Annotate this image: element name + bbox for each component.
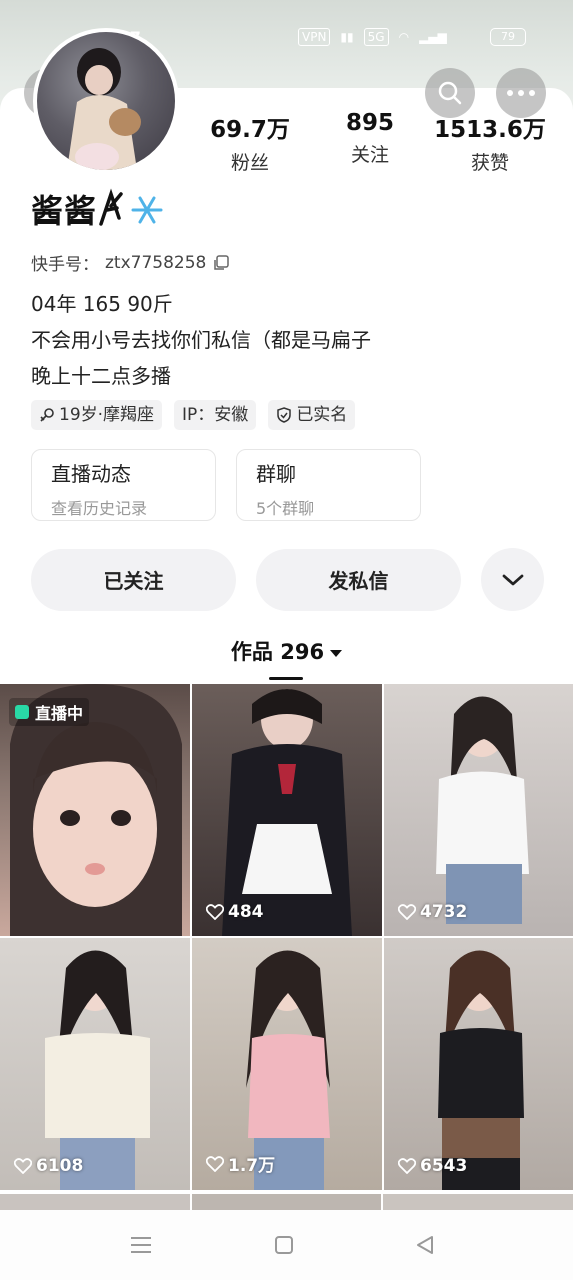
works-grid: 直播中 484 4732 6108 1.7万 6543 — [0, 684, 573, 1190]
profile-name: 酱酱 — [31, 192, 98, 230]
uid-row: 快手号： ztx7758258 — [31, 250, 230, 275]
send-message-button[interactable]: 发私信 — [256, 548, 461, 611]
heart-icon — [206, 1155, 224, 1172]
followers-label: 粉丝 — [230, 152, 269, 174]
avatar-photo — [67, 48, 141, 170]
tag-age-zodiac: 19岁·摩羯座 — [31, 400, 163, 430]
likes-count: 1513.6万 — [434, 117, 546, 143]
tag-age-zodiac-text: 19岁·摩羯座 — [59, 405, 155, 425]
work-thumbnail — [438, 950, 524, 1190]
tab-works-label: 作品 296 — [230, 640, 325, 664]
bio-line: 晚上十二点多播 — [31, 364, 171, 388]
caret-down-icon — [330, 649, 343, 657]
home-square-icon — [275, 1236, 293, 1254]
likes-count-text: 484 — [228, 902, 264, 922]
tab-works-indicator — [269, 677, 303, 680]
profile-stats: 69.7万 粉丝 895 关注 1513.6万 获赞 — [190, 110, 573, 175]
live-badge: 直播中 — [9, 698, 90, 726]
ellipsis-icon — [507, 90, 535, 96]
heart-icon — [206, 904, 224, 920]
likes-indicator: 4732 — [398, 902, 467, 922]
vpn-icon: VPN — [298, 28, 331, 46]
signal-icon: ▮▮ — [340, 30, 354, 44]
card-live-history-title: 直播动态 — [51, 462, 131, 486]
bio-line: 不会用小号去找你们私信（都是马扁子 — [31, 328, 371, 352]
battery-icon: 79 — [490, 28, 526, 46]
heart-icon — [14, 1158, 32, 1174]
work-tile[interactable]: 直播中 — [0, 684, 190, 936]
stat-following[interactable]: 895 关注 — [310, 110, 430, 175]
name-decoration-icon — [99, 188, 163, 226]
likes-count-text: 1.7万 — [228, 1156, 276, 1176]
work-tile[interactable]: 4732 — [384, 684, 573, 936]
card-group-chat-subtitle: 5个群聊 — [256, 499, 315, 518]
stat-followers[interactable]: 69.7万 粉丝 — [190, 110, 310, 175]
work-tile-partial[interactable] — [383, 1194, 573, 1210]
work-thumbnail — [222, 689, 352, 936]
likes-count-text: 4732 — [420, 902, 468, 922]
tab-works[interactable]: 作品 296 — [0, 636, 573, 666]
shield-check-icon — [277, 407, 292, 423]
tag-verified: 已实名 — [268, 400, 356, 430]
stat-likes[interactable]: 1513.6万 获赞 — [430, 110, 550, 175]
nav-back-button[interactable] — [410, 1232, 440, 1258]
avatar[interactable] — [33, 28, 179, 174]
following-count: 895 — [345, 110, 394, 136]
likes-indicator: 6108 — [14, 1156, 83, 1176]
live-icon — [15, 705, 29, 719]
profile-tags: 19岁·摩羯座 IP：安徽 已实名 — [31, 400, 356, 430]
live-badge-text: 直播中 — [35, 704, 84, 723]
card-group-chat-title: 群聊 — [256, 462, 296, 486]
chevron-down-icon — [502, 574, 523, 585]
following-label: 关注 — [350, 144, 389, 166]
work-tile[interactable]: 1.7万 — [192, 938, 382, 1190]
likes-count-text: 6108 — [36, 1156, 84, 1176]
likes-label: 获赞 — [470, 152, 509, 174]
cell-signal-icon: ▂▄▆ — [419, 30, 447, 44]
likes-count-text: 6543 — [420, 1156, 468, 1176]
nav-menu-button[interactable] — [126, 1232, 156, 1258]
work-thumbnail — [436, 696, 529, 924]
system-nav-bar — [0, 1210, 573, 1280]
works-grid-next-row — [0, 1194, 573, 1210]
heart-icon — [398, 904, 416, 920]
profile-name-row: 酱酱 — [31, 186, 167, 232]
gender-icon — [40, 408, 54, 422]
uid-value: ztx7758258 — [105, 252, 207, 273]
expand-button[interactable] — [481, 548, 544, 611]
nav-home-button[interactable] — [269, 1232, 299, 1258]
feature-cards: 直播动态 查看历史记录 群聊 5个群聊 — [31, 449, 421, 521]
menu-icon — [131, 1237, 151, 1253]
bio: 04年 165 90斤 不会用小号去找你们私信（都是马扁子 晚上十二点多播 — [31, 286, 371, 394]
likes-indicator: 6543 — [398, 1156, 467, 1176]
tag-ip-text: IP：安徽 — [182, 405, 249, 425]
status-icons: VPN ▮▮ 5G ◠ ▂▄▆ — [298, 28, 447, 46]
search-icon — [438, 81, 462, 105]
tag-ip: IP：安徽 — [174, 400, 257, 430]
copy-icon[interactable] — [212, 254, 230, 272]
work-thumbnail — [45, 950, 150, 1190]
bio-line: 04年 165 90斤 — [31, 292, 173, 316]
wifi-icon: ◠ — [398, 30, 410, 44]
likes-indicator: 1.7万 — [206, 1151, 275, 1176]
work-tile[interactable]: 6543 — [384, 938, 573, 1190]
work-tile[interactable]: 484 — [192, 684, 382, 936]
likes-indicator: 484 — [206, 902, 264, 922]
network-icon: 5G — [363, 28, 389, 46]
uid-label: 快手号： — [31, 255, 99, 275]
card-group-chat[interactable]: 群聊 5个群聊 — [236, 449, 421, 521]
followers-count: 69.7万 — [210, 117, 290, 143]
following-button[interactable]: 已关注 — [31, 548, 236, 611]
tag-verified-text: 已实名 — [296, 405, 348, 425]
work-tile-partial[interactable] — [0, 1194, 190, 1210]
work-tile[interactable]: 6108 — [0, 938, 190, 1190]
profile-actions: 已关注 发私信 — [31, 548, 544, 611]
work-tile-partial[interactable] — [191, 1194, 382, 1210]
card-live-history[interactable]: 直播动态 查看历史记录 — [31, 449, 216, 521]
back-triangle-icon — [417, 1236, 433, 1254]
card-live-history-subtitle: 查看历史记录 — [51, 499, 148, 518]
heart-icon — [398, 1158, 416, 1174]
